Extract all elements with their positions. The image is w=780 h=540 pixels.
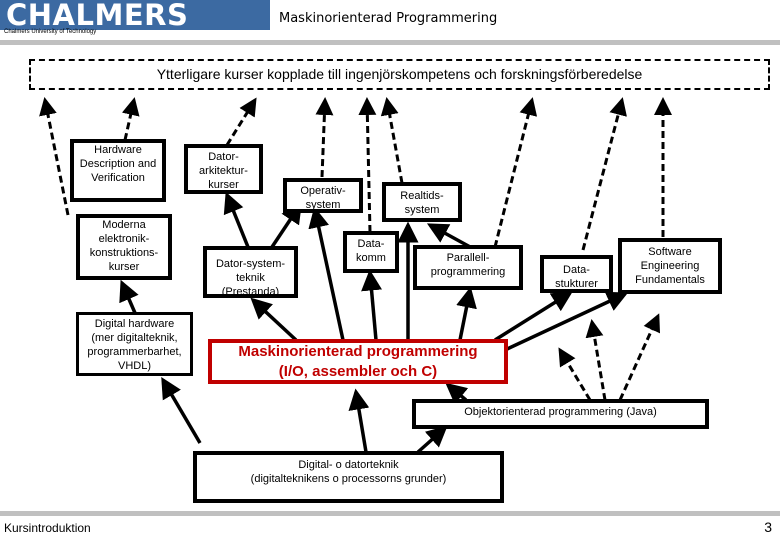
footer-divider [0, 511, 780, 516]
footer-section: Kursintroduktion [4, 521, 91, 535]
further-courses-box: Ytterligare kurser kopplade till ingenjö… [29, 59, 770, 90]
arrow-dstruct-to-top [581, 97, 627, 251]
node-datakomm: Data- komm [343, 231, 399, 273]
arrow-dig-to-oop [416, 425, 448, 454]
node-moderna-elektronik: Moderna elektronik- konstruktions- kurse… [76, 214, 172, 280]
arrow-oop-to-top-2 [585, 319, 607, 401]
node-datorsystemteknik: Dator-system- teknik (Prestanda) [203, 246, 298, 298]
arrow-hdv-to-top [121, 97, 140, 141]
node-realtidssystem: Realtids- system [382, 182, 462, 222]
node-operativsystem: Operativ- system [283, 178, 363, 213]
arrow-dst-to-dark [223, 191, 250, 248]
arrow-oop-to-top-1 [558, 347, 592, 401]
node-maskinorienterad-programmering: Maskinorienterad programmering (I/O, ass… [208, 339, 508, 384]
page-number: 3 [764, 519, 772, 535]
arrow-mop-to-dkomm [361, 269, 383, 341]
node-objektorienterad-programmering: Objektorienterad programmering (Java) [412, 399, 709, 429]
arrow-mop-to-dst [250, 297, 298, 342]
node-digital-datorteknik: Digital- o datorteknik (digitalteknikens… [193, 451, 504, 503]
arrow-mop-to-dstruct [494, 291, 573, 342]
arrow-oop-to-top-3 [618, 313, 661, 401]
node-digital-hardware: Digital hardware (mer digitalteknik, pro… [76, 312, 193, 376]
arrow-os-to-top [315, 97, 334, 178]
arrow-dig-to-mop [348, 388, 370, 453]
arrow-dig-to-dhw [161, 376, 202, 444]
node-software-engineering: Software Engineering Fundamentals [618, 238, 722, 294]
arrow-mek-to-top [39, 97, 70, 216]
node-hardware-description: Hardware Description and Verification [70, 139, 166, 202]
arrow-oop-to-mop [445, 382, 469, 405]
node-datorarkitektur: Dator- arkitektur- kurser [184, 144, 263, 194]
arrow-dkomm-to-top [358, 97, 377, 233]
arrow-par-to-top [493, 97, 538, 248]
arrow-rts-to-top [380, 97, 404, 184]
arrow-dark-to-top [225, 97, 257, 146]
node-datastrukturer: Data- stukturer [540, 255, 613, 293]
arrow-mop-to-par [456, 286, 477, 341]
node-parallellprogrammering: Parallell- programmering [413, 245, 523, 290]
arrow-mop-to-os [308, 206, 345, 341]
arrow-dhw-to-mek [119, 279, 139, 314]
